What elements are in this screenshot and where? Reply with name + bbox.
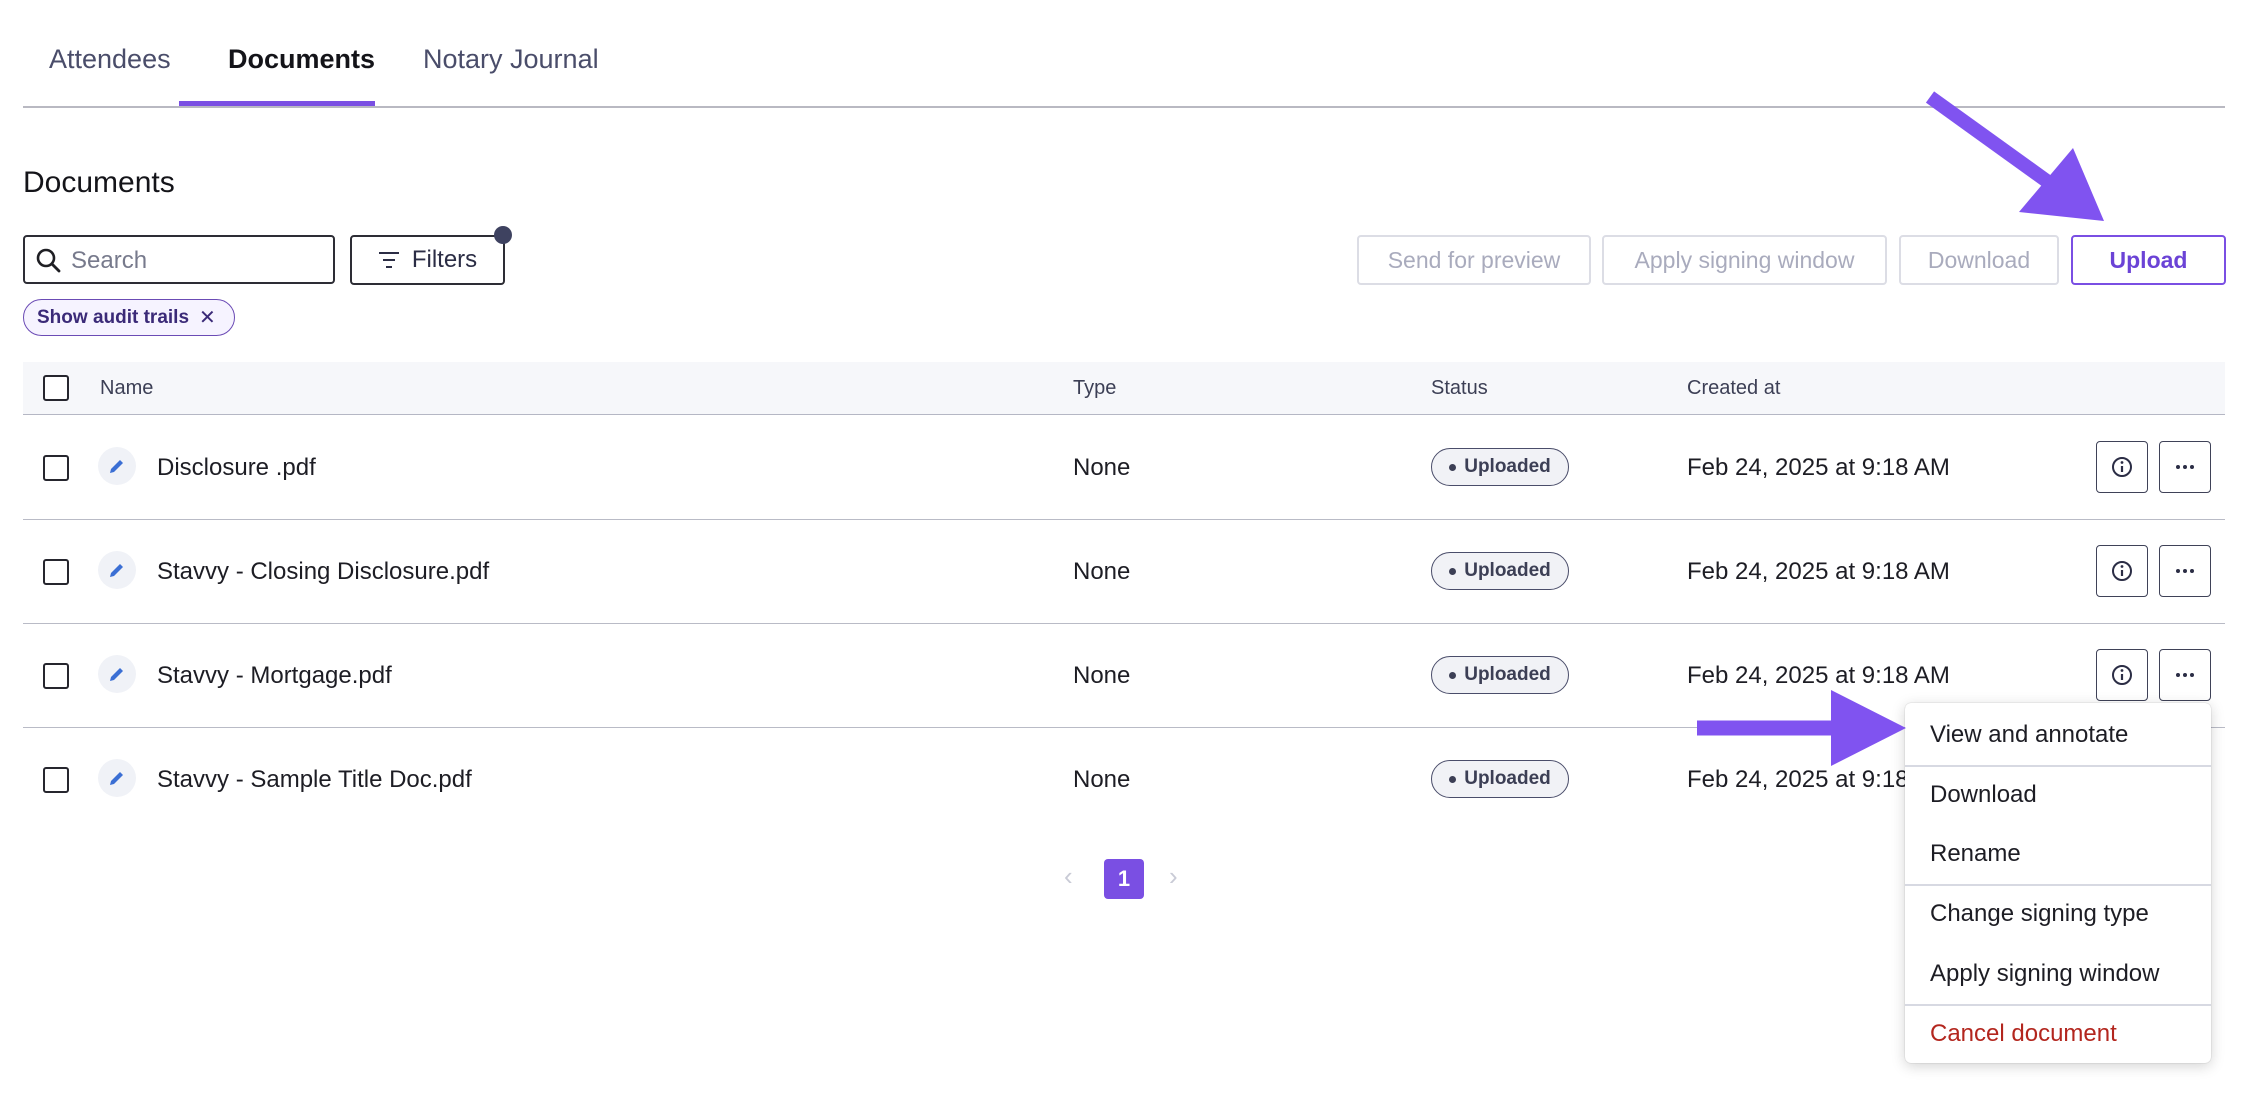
table-row: Stavvy - Closing Disclosure.pdf None Upl… bbox=[23, 519, 2225, 624]
filters-active-indicator bbox=[494, 226, 512, 244]
menu-item-download[interactable]: Download bbox=[1930, 781, 2037, 809]
status-label: Uploaded bbox=[1464, 560, 1551, 581]
tab-bar: Attendees Documents Notary Journal bbox=[23, 0, 2225, 108]
document-name[interactable]: Stavvy - Mortgage.pdf bbox=[157, 662, 392, 690]
row-checkbox[interactable] bbox=[43, 663, 69, 689]
document-type: None bbox=[1073, 662, 1131, 689]
close-icon[interactable]: ✕ bbox=[199, 305, 216, 330]
document-type: None bbox=[1073, 454, 1131, 481]
filter-icon bbox=[378, 252, 399, 268]
chevron-left-icon[interactable]: ‹ bbox=[1064, 861, 1073, 892]
search-icon bbox=[36, 248, 61, 273]
info-button[interactable] bbox=[2096, 441, 2148, 493]
more-options-button[interactable] bbox=[2159, 649, 2211, 701]
column-header-status[interactable]: Status bbox=[1431, 377, 1488, 400]
select-all-checkbox[interactable] bbox=[43, 375, 69, 401]
status-label: Uploaded bbox=[1464, 456, 1551, 477]
status-label: Uploaded bbox=[1464, 768, 1551, 789]
filters-button[interactable]: Filters bbox=[350, 235, 505, 285]
download-button[interactable]: Download bbox=[1899, 235, 2059, 285]
info-icon bbox=[2112, 665, 2132, 685]
status-badge: Uploaded bbox=[1431, 448, 1569, 486]
status-badge: Uploaded bbox=[1431, 656, 1569, 694]
document-type: None bbox=[1073, 558, 1131, 585]
status-badge: Uploaded bbox=[1431, 760, 1569, 798]
document-name[interactable]: Stavvy - Closing Disclosure.pdf bbox=[157, 558, 489, 586]
row-actions-menu: View and annotate Download Rename Change… bbox=[1905, 703, 2211, 1063]
info-button[interactable] bbox=[2096, 545, 2148, 597]
tab-notary-journal[interactable]: Notary Journal bbox=[423, 44, 599, 75]
arrow-to-upload-head bbox=[2019, 148, 2104, 221]
column-header-name[interactable]: Name bbox=[100, 377, 153, 400]
status-label: Uploaded bbox=[1464, 664, 1551, 685]
table-header: Name Type Status Created at bbox=[23, 362, 2225, 415]
ellipsis-icon bbox=[2176, 673, 2194, 677]
menu-divider bbox=[1905, 765, 2211, 767]
apply-signing-window-button[interactable]: Apply signing window bbox=[1602, 235, 1887, 285]
search-field[interactable] bbox=[23, 235, 335, 284]
menu-divider bbox=[1905, 884, 2211, 886]
row-checkbox[interactable] bbox=[43, 767, 69, 793]
chip-label: Show audit trails bbox=[37, 306, 190, 328]
info-button[interactable] bbox=[2096, 649, 2148, 701]
column-header-created-at[interactable]: Created at bbox=[1687, 377, 1780, 400]
active-tab-indicator bbox=[179, 101, 375, 106]
menu-divider bbox=[1905, 1004, 2211, 1006]
audit-trails-filter-chip[interactable]: Show audit trails ✕ bbox=[23, 299, 235, 336]
pagination-page-current[interactable]: 1 bbox=[1104, 859, 1144, 899]
info-icon bbox=[2112, 561, 2132, 581]
search-input[interactable] bbox=[69, 237, 323, 284]
document-name[interactable]: Disclosure .pdf bbox=[157, 454, 316, 482]
send-for-preview-button[interactable]: Send for preview bbox=[1357, 235, 1591, 285]
arrow-to-upload-shaft bbox=[1925, 91, 2067, 198]
more-options-button[interactable] bbox=[2159, 441, 2211, 493]
created-at: Feb 24, 2025 at 9:18 AM bbox=[1687, 454, 1950, 481]
table-row: Stavvy - Mortgage.pdf None Uploaded Feb … bbox=[23, 623, 2225, 728]
menu-item-apply-signing-window[interactable]: Apply signing window bbox=[1930, 960, 2159, 988]
page-title: Documents bbox=[23, 166, 175, 199]
ellipsis-icon bbox=[2176, 465, 2194, 469]
table-row: Stavvy - Sample Title Doc.pdf None Uploa… bbox=[23, 727, 2225, 831]
pencil-icon[interactable] bbox=[98, 551, 136, 589]
filters-label: Filters bbox=[411, 246, 478, 273]
tab-attendees[interactable]: Attendees bbox=[49, 44, 171, 75]
chevron-right-icon[interactable]: › bbox=[1169, 861, 1178, 892]
menu-item-view-and-annotate[interactable]: View and annotate bbox=[1930, 721, 2128, 749]
menu-item-rename[interactable]: Rename bbox=[1930, 840, 2021, 868]
document-name[interactable]: Stavvy - Sample Title Doc.pdf bbox=[157, 766, 472, 794]
row-checkbox[interactable] bbox=[43, 559, 69, 585]
info-icon bbox=[2112, 457, 2132, 477]
ellipsis-icon bbox=[2176, 569, 2194, 573]
upload-button[interactable]: Upload bbox=[2071, 235, 2226, 285]
pencil-icon[interactable] bbox=[98, 655, 136, 693]
row-checkbox[interactable] bbox=[43, 455, 69, 481]
created-at: Feb 24, 2025 at 9:18 AM bbox=[1687, 558, 1950, 585]
status-badge: Uploaded bbox=[1431, 552, 1569, 590]
menu-item-change-signing-type[interactable]: Change signing type bbox=[1930, 900, 2149, 928]
more-options-button[interactable] bbox=[2159, 545, 2211, 597]
created-at: Feb 24, 2025 at 9:18 AM bbox=[1687, 662, 1950, 689]
tab-documents[interactable]: Documents bbox=[228, 44, 375, 75]
table-row: Disclosure .pdf None Uploaded Feb 24, 20… bbox=[23, 415, 2225, 520]
pencil-icon[interactable] bbox=[98, 447, 136, 485]
pencil-icon[interactable] bbox=[98, 759, 136, 797]
menu-item-cancel-document[interactable]: Cancel document bbox=[1930, 1020, 2117, 1048]
document-type: None bbox=[1073, 766, 1131, 793]
column-header-type[interactable]: Type bbox=[1073, 377, 1116, 400]
